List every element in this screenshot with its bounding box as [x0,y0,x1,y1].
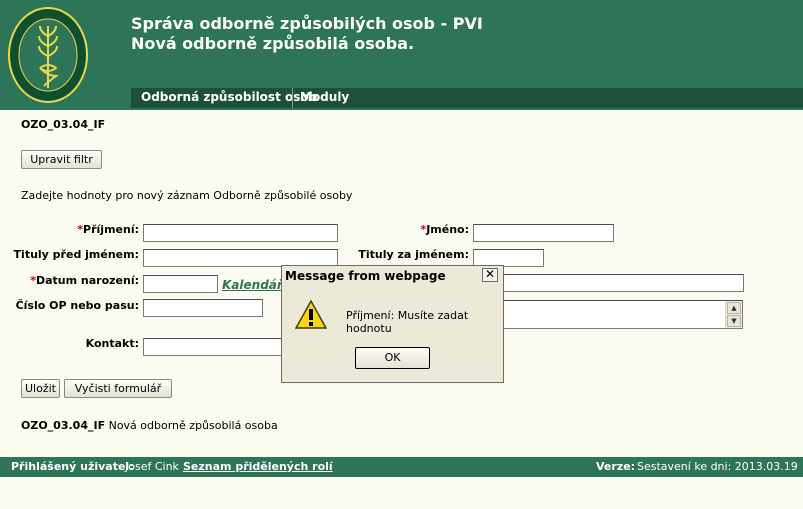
page-code: OZO_03.04_IF [21,118,106,131]
logo-emblem [8,7,88,103]
page-subtitle: Nová odborně způsobilá osoba. [131,34,415,53]
title-after-label: Tituly za jménem: [358,248,469,261]
birthdate-label-text: Datum narození: [35,274,139,287]
ok-button[interactable]: OK [355,347,430,369]
calendar-link[interactable]: Kalendář [222,278,283,292]
birthdate-input[interactable] [143,275,218,293]
alert-dialog: Message from webpage ✕ Příjmení: Musíte … [281,265,504,383]
birthdate-label: *Datum narození: [30,274,139,287]
title-before-label: Tituly před jménem: [13,248,139,261]
bottom-code: OZO_03.04_IF [21,419,106,432]
textarea-field[interactable]: ▲ ▼ [474,300,743,329]
surname-label: *Příjmení: [77,223,139,236]
scroll-up-icon[interactable]: ▲ [727,302,741,314]
menu-bar: Odborná způsobilost osob Moduly [131,88,803,108]
bottom-description: Nová odborně způsobilá osoba [108,419,278,432]
firstname-label-text: Jméno: [426,223,469,236]
roles-link[interactable]: Seznam přidělených rolí [183,460,333,473]
clear-form-button[interactable]: Vyčisti formulář [64,379,172,398]
firstname-input[interactable] [473,224,614,242]
footer-bar: Přihlášený uživatel: Josef Cink Seznam p… [0,457,803,477]
bottom-caption: OZO_03.04_IF Nová odborně způsobilá osob… [21,419,278,432]
contact-input[interactable] [143,338,288,356]
save-button[interactable]: Uložit [21,379,60,398]
id-number-input[interactable] [143,299,263,317]
firstname-label: *Jméno: [420,223,469,236]
textarea-scrollbar[interactable]: ▲ ▼ [725,301,742,328]
id-number-label: Číslo OP nebo pasu: [15,299,139,312]
surname-label-text: Příjmení: [83,223,139,236]
version-value: Sestavení ke dni: 2013.03.19 [637,460,798,473]
warning-icon [295,300,327,329]
close-icon[interactable]: ✕ [482,268,498,282]
surname-input[interactable] [143,224,338,242]
menu-divider [292,88,293,108]
version-label: Verze: [596,460,636,473]
dialog-message: Příjmení: Musíte zadat hodnotu [346,309,469,335]
dialog-title: Message from webpage [285,269,446,283]
right-field-input[interactable] [474,274,744,292]
menu-item-moduly[interactable]: Moduly [300,90,349,104]
user-name: Josef Cink [125,460,179,473]
contact-label: Kontakt: [85,337,139,350]
scroll-down-icon[interactable]: ▼ [727,315,741,327]
edit-filter-button[interactable]: Upravit filtr [21,150,102,169]
dialog-title-bar[interactable]: Message from webpage ✕ [282,266,503,286]
menu-item-odborna-zpusobilost[interactable]: Odborná způsobilost osob [141,90,317,104]
app-title: Správa odborně způsobilých osob - PVI [131,14,483,33]
user-label: Přihlášený uživatel: [11,460,134,473]
instructions-text: Zadejte hodnoty pro nový záznam Odborně … [21,189,353,202]
